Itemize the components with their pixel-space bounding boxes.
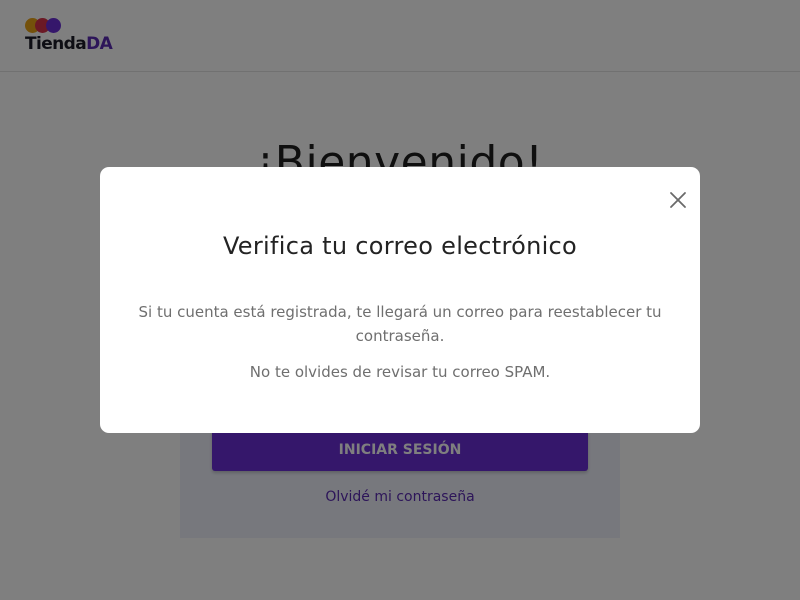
- modal-title: Verifica tu correo electrónico: [222, 232, 578, 260]
- close-button[interactable]: [666, 188, 690, 212]
- page: TiendaDA ¡Bienvenido! INICIAR SESIÓN Olv…: [0, 0, 800, 600]
- modal-message: Si tu cuenta está registrada, te llegará…: [138, 303, 662, 345]
- verify-email-modal: Verifica tu correo electrónico Si tu cue…: [100, 167, 700, 433]
- modal-spam-note: No te olvides de revisar tu correo SPAM.: [249, 363, 551, 381]
- close-icon: [670, 192, 686, 208]
